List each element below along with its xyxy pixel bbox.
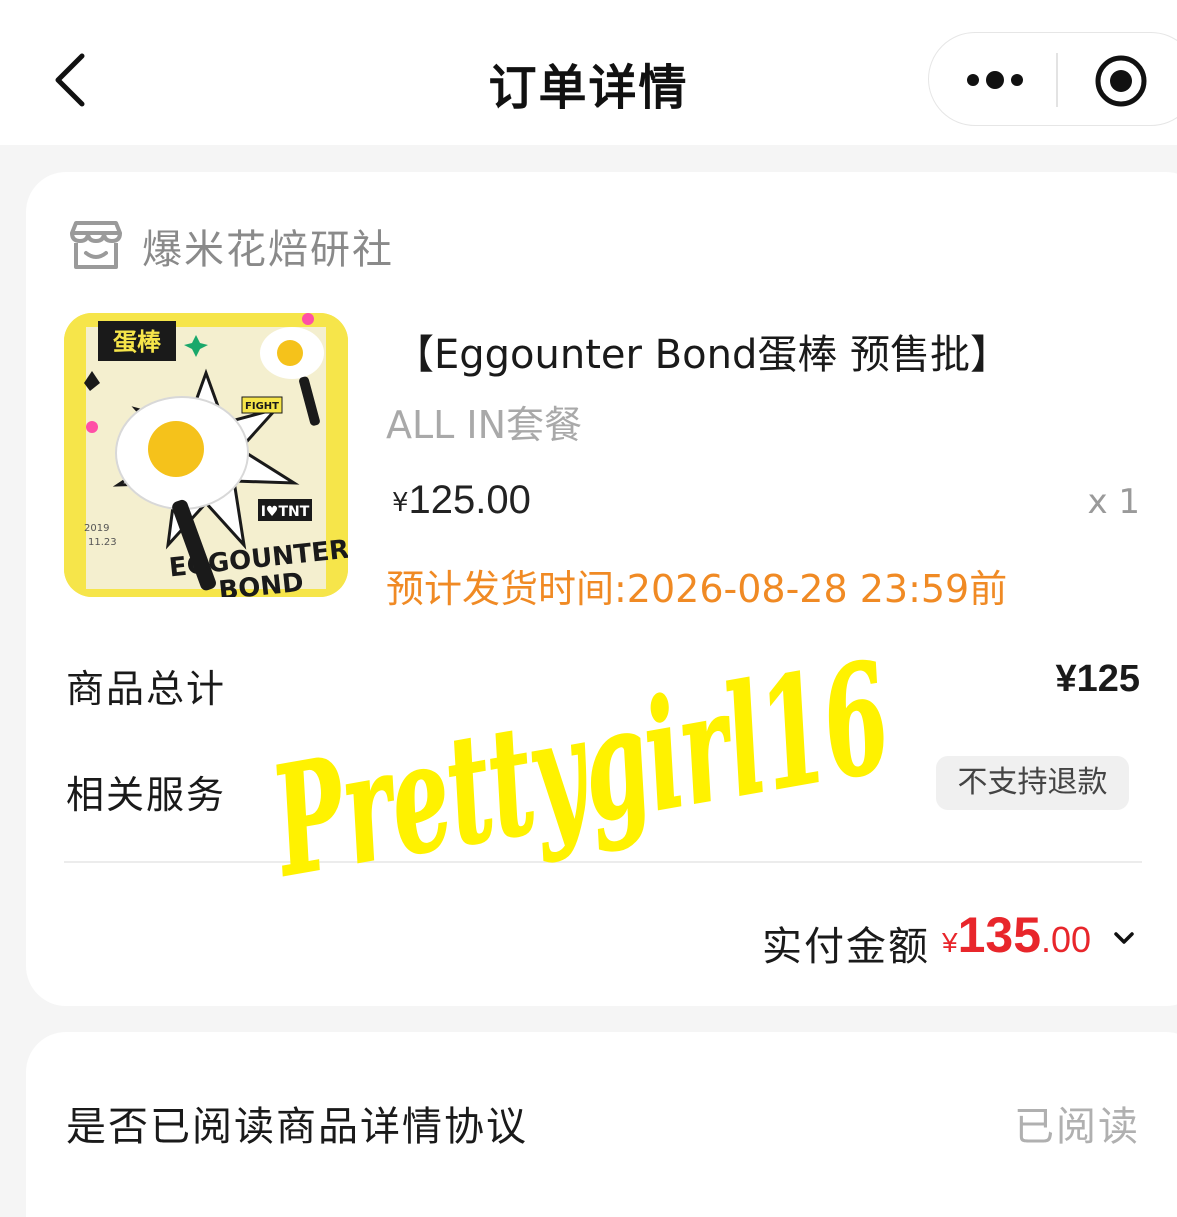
subtotal-value: ¥125 [1055, 658, 1140, 700]
shop-row[interactable]: 爆米花焙研社 [66, 216, 394, 276]
more-button[interactable] [965, 63, 1025, 97]
product-price: ¥125.00 [392, 478, 531, 523]
ship-time: 预计发货时间:2026-08-28 23:59前 [386, 567, 1008, 611]
paid-label: 实付金额 [762, 924, 930, 970]
agreement-status: 已阅读 [1014, 1104, 1140, 1150]
product-quantity: x 1 [1087, 482, 1140, 522]
paid-currency: ¥ [942, 927, 958, 958]
thumb-date-year: 2019 [84, 523, 109, 534]
capsule-divider [1056, 53, 1058, 107]
paid-decimal: .00 [1041, 919, 1092, 960]
product-image: 蛋棒 FIGHT I♥TNT 2019 11.23 EGGOUNTER BOND [64, 313, 348, 597]
more-dots-icon [967, 71, 1023, 89]
shop-icon [70, 221, 122, 269]
product-title[interactable]: 【Eggounter Bond蛋棒 预售批】 [394, 322, 1010, 380]
product-price-currency: ¥ [392, 488, 409, 518]
service-tag: 不支持退款 [936, 756, 1129, 810]
thumb-tag-text: 蛋棒 [113, 328, 162, 356]
agreement-card[interactable]: 是否已阅读商品详情协议 已阅读 [26, 1032, 1177, 1217]
target-circle-icon [1095, 55, 1147, 107]
divider [64, 861, 1142, 863]
agreement-label: 是否已阅读商品详情协议 [66, 1104, 528, 1150]
close-mini-program-button[interactable] [1093, 53, 1149, 109]
nav-bar: 订单详情 [0, 0, 1177, 145]
order-card: 爆米花焙研社 蛋棒 FIGHT I♥TNT 2019 11.23 EGGOUNT… [26, 172, 1177, 1006]
product-thumbnail[interactable]: 蛋棒 FIGHT I♥TNT 2019 11.23 EGGOUNTER BOND [64, 313, 348, 597]
product-spec: ALL IN套餐 [386, 403, 583, 447]
paid-integer: 135 [957, 907, 1042, 963]
chevron-down-icon[interactable] [1110, 926, 1138, 950]
mini-program-capsule [928, 32, 1177, 126]
paid-amount[interactable]: ¥135.00 [942, 906, 1091, 964]
subtotal-label: 商品总计 [66, 667, 227, 711]
thumb-fight-text: FIGHT [245, 401, 279, 412]
service-label: 相关服务 [66, 773, 227, 817]
thumb-date-day: 11.23 [88, 537, 117, 548]
shop-name: 爆米花焙研社 [142, 227, 394, 273]
product-price-value: 125.00 [408, 478, 531, 522]
thumb-tnt-text: I♥TNT [261, 504, 310, 520]
